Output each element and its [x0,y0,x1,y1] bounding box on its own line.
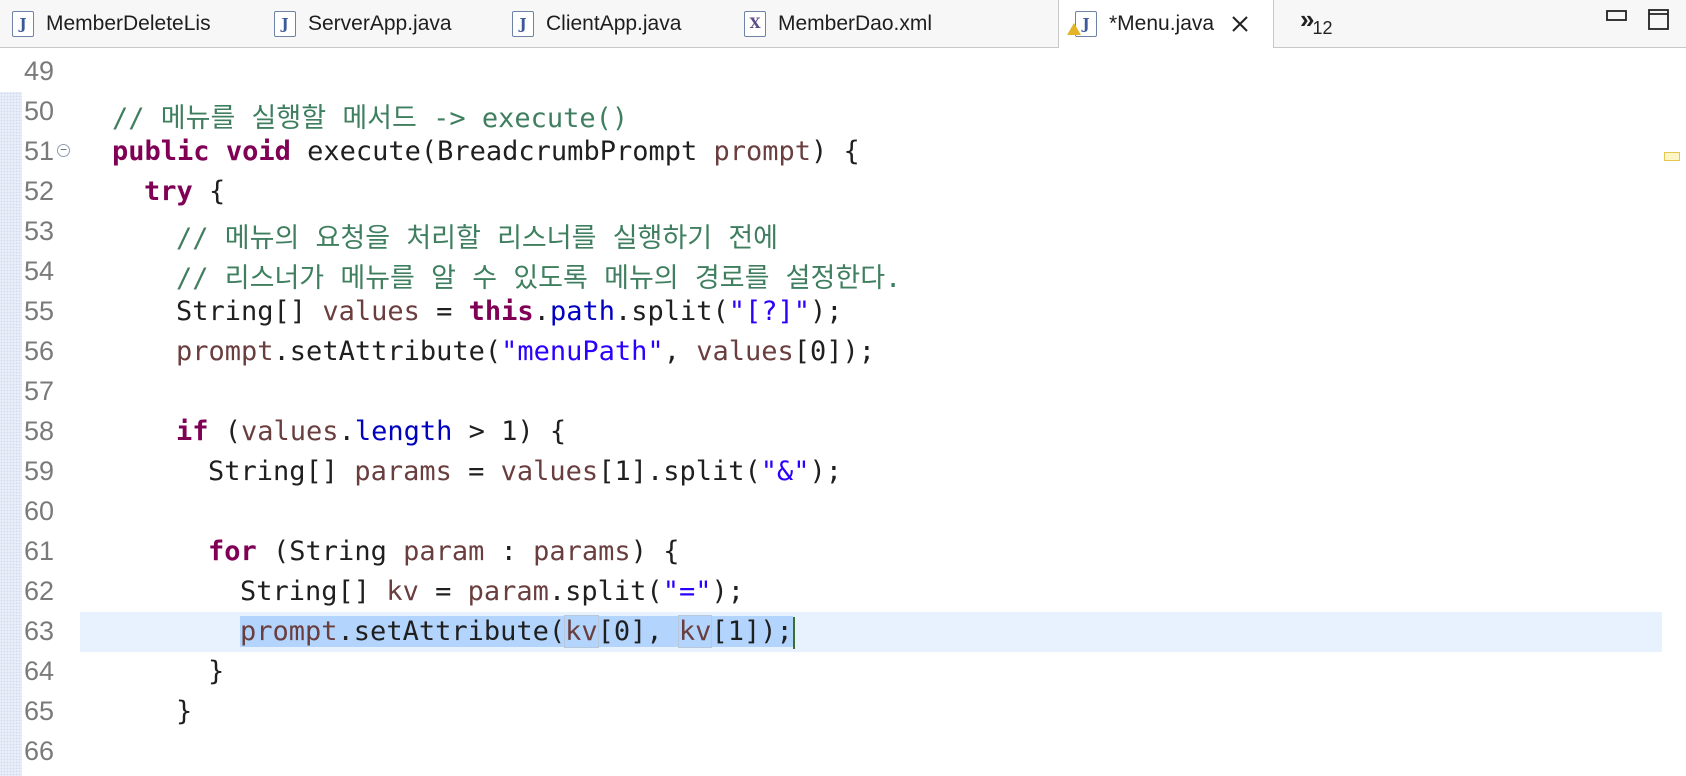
code-line: 55 String[] values = this.path.split("[?… [0,292,1686,332]
whitespace-marker [84,753,176,756]
code-line-current: 63 prompt.setAttribute(kv[0], kv[1]); [0,612,1686,652]
line-number: 51 [24,136,55,166]
line-number: 52 [24,176,55,206]
whitespace-marker [84,193,136,196]
whitespace-marker [84,553,200,556]
code-line: 51 − public void execute(BreadcrumbPromp… [0,132,1686,172]
whitespace-marker [84,633,232,636]
code-text: String[] values = this.path.split("[?]")… [176,296,843,327]
whitespace-marker [84,673,200,676]
java-file-icon: J [12,10,34,37]
tab-label: ClientApp.java [546,11,682,35]
line-number: 53 [24,216,55,246]
code-line: 57 [0,372,1686,412]
tab-label: ServerApp.java [308,11,452,35]
code-text: public void execute(BreadcrumbPrompt pro… [112,136,860,167]
text-cursor [792,616,795,649]
comment: // 메뉴를 실행할 메서드 -> execute() [112,103,629,134]
whitespace-marker [84,113,104,116]
line-number: 64 [24,656,55,686]
code-line: 64 } [0,652,1686,692]
warning-icon [1067,23,1081,35]
code-text-selected: prompt.setAttribute(kv[0], kv[1]); [240,615,795,649]
whitespace-marker [84,473,200,476]
code-line: 53 // 메뉴의 요청을 처리할 리스너를 실행하기 전에 [0,212,1686,254]
code-text: // 메뉴를 실행할 메서드 -> execute() [112,96,628,135]
line-number: 56 [24,336,55,366]
line-number: 54 [24,256,55,286]
code-line: 52 try { [0,172,1686,212]
code-text: } [208,656,225,687]
hidden-tab-count: 12 [1312,18,1333,38]
code-line: 59 String[] params = values[1].split("&"… [0,452,1686,492]
code-line: 66 [0,732,1686,772]
editor-tab-bar: J MemberDeleteLis J ServerApp.java J Cli… [0,0,1686,48]
maximize-button[interactable] [1648,9,1670,35]
tab-client-app[interactable]: J ClientApp.java [512,0,681,47]
tab-menu-java[interactable]: J *Menu.java [1058,0,1274,48]
minimize-button[interactable] [1606,9,1628,28]
fold-collapse-icon[interactable]: − [57,144,70,157]
line-number: 65 [24,696,55,726]
tab-member-delete-listener[interactable]: J MemberDeleteLis [12,0,211,47]
chevron-double-right-icon: » [1300,4,1315,34]
line-number: 63 [24,616,55,646]
code-text: if (values.length > 1) { [176,416,567,447]
line-number: 59 [24,456,55,486]
text-selection: prompt.setAttribute(kv[0], kv[1]); [240,615,793,648]
code-text: try { [144,176,226,207]
code-text: for (String param : params) { [208,536,680,567]
line-number: 57 [24,376,55,406]
code-line: 56 prompt.setAttribute("menuPath", value… [0,332,1686,372]
code-text: prompt.setAttribute("menuPath", values[0… [176,336,876,367]
line-number: 62 [24,576,55,606]
line-number: 60 [24,496,55,526]
code-line: 54 // 리스너가 메뉴를 알 수 있도록 메뉴의 경로를 설정한다. [0,252,1686,294]
code-line: 65 } [0,692,1686,732]
code-line: 60 [0,492,1686,532]
tab-member-dao-xml[interactable]: X MemberDao.xml [744,0,932,47]
whitespace-marker [84,593,232,596]
line-number: 50 [24,96,55,126]
xml-file-icon: X [744,10,766,37]
maximize-icon [1648,9,1669,30]
java-file-icon: J [274,10,296,37]
line-number: 49 [24,56,55,86]
tab-server-app[interactable]: J ServerApp.java [274,0,452,47]
tab-label: *Menu.java [1109,12,1215,35]
close-icon[interactable] [1228,12,1252,36]
code-text: // 리스너가 메뉴를 알 수 있도록 메뉴의 경로를 설정한다. [176,263,902,294]
whitespace-marker [84,433,168,436]
minimize-icon [1606,10,1627,21]
tab-overflow-button[interactable]: »12 [1300,4,1333,38]
code-text: String[] params = values[1].split("&"); [208,456,843,487]
whitespace-marker [84,233,168,236]
code-line: 61 for (String param : params) { [0,532,1686,572]
tab-label: MemberDao.xml [778,11,933,35]
java-file-icon: J [1067,11,1097,37]
line-number: 58 [24,416,55,446]
code-text: // 메뉴의 요청을 처리할 리스너를 실행하기 전에 [176,223,779,254]
whitespace-marker [84,313,168,316]
tab-label: MemberDeleteLis [46,11,211,35]
java-glyph: J [1082,15,1090,33]
line-number: 55 [24,296,55,326]
java-file-icon: J [512,10,534,37]
code-line: 58 if (values.length > 1) { [0,412,1686,452]
whitespace-marker [84,353,168,356]
code-text: } [176,696,193,727]
line-number: 66 [24,736,55,766]
code-line: 49 [0,52,1686,92]
code-line: 50 // 메뉴를 실행할 메서드 -> execute() [0,92,1686,135]
whitespace-marker [84,273,168,276]
code-text: String[] kv = param.split("="); [240,576,744,607]
line-number: 61 [24,536,55,566]
whitespace-marker [84,713,168,716]
code-line: 62 String[] kv = param.split("="); [0,572,1686,612]
